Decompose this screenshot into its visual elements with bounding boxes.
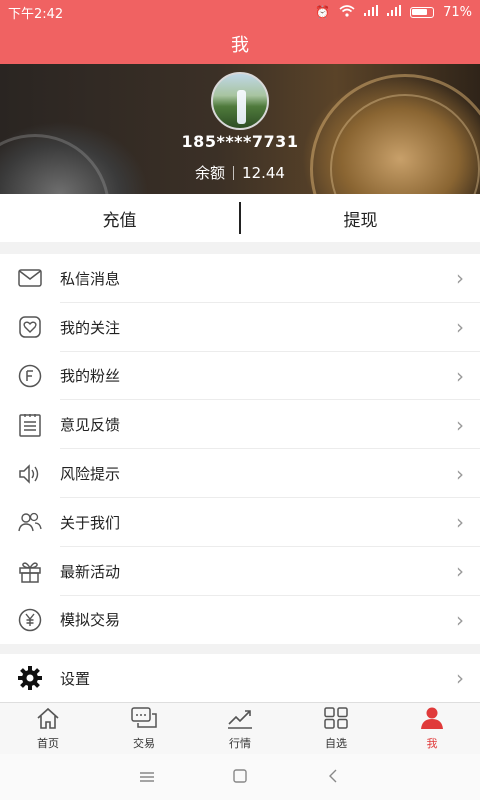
menu-item-risk[interactable]: 风险提示 › (0, 449, 480, 498)
tab-label: 自选 (325, 736, 347, 750)
tab-label: 我 (426, 736, 438, 750)
user-phone: 185****7731 (181, 132, 299, 151)
mail-icon (0, 254, 60, 302)
status-bar: 下午2:42 ⏰ 71% (0, 0, 480, 24)
tab-label: 交易 (133, 736, 155, 750)
speaker-icon (0, 450, 60, 498)
menu-label: 我的粉丝 (60, 367, 121, 386)
balance-line: 余额 12.44 (0, 162, 480, 183)
grid-icon (324, 706, 348, 733)
tab-watchlist[interactable]: 自选 (288, 703, 384, 754)
page-title-bar: 我 (0, 24, 480, 64)
menu-label: 风险提示 (60, 465, 121, 484)
menu-item-following[interactable]: 我的关注 › (0, 303, 480, 352)
tab-label: 首页 (37, 736, 59, 750)
home-icon (36, 707, 60, 733)
tab-home[interactable]: 首页 (0, 703, 96, 754)
chevron-right-icon: › (456, 559, 464, 584)
battery-percent: 71% (443, 4, 472, 20)
menu-item-about[interactable]: 关于我们 › (0, 498, 480, 547)
withdraw-button[interactable]: 提现 (241, 206, 480, 231)
menu-item-messages[interactable]: 私信消息 › (0, 254, 480, 303)
menu-label: 私信消息 (60, 269, 121, 288)
menu-item-fans[interactable]: 我的粉丝 › (0, 352, 480, 401)
balance-value: 12.44 (242, 164, 285, 182)
menu-list: 私信消息 › 我的关注 › 我的粉丝 › 意见反馈 › 风险提示 › 关于我们 … (0, 254, 480, 645)
menu-item-feedback[interactable]: 意见反馈 › (0, 400, 480, 449)
gear-icon (0, 654, 60, 702)
profile-header: 185****7731 余额 12.44 (0, 64, 480, 194)
tab-market[interactable]: 行情 (192, 703, 288, 754)
battery-icon (410, 6, 435, 18)
menu-item-events[interactable]: 最新活动 › (0, 547, 480, 596)
menu-icon[interactable] (132, 768, 162, 787)
menu-label: 最新活动 (60, 562, 121, 581)
settings-label: 设置 (60, 669, 91, 688)
menu-item-simulated-trading[interactable]: 模拟交易 › (0, 596, 480, 645)
home-square-icon[interactable] (225, 768, 255, 787)
chevron-right-icon: › (456, 363, 464, 388)
chevron-right-icon: › (456, 412, 464, 437)
chevron-right-icon: › (456, 510, 464, 535)
balance-label: 余额 (195, 164, 226, 182)
signal-icon-2 (387, 5, 402, 19)
system-nav-bar (0, 754, 480, 800)
yuan-icon (0, 596, 60, 644)
back-icon[interactable] (318, 768, 348, 787)
tab-trade[interactable]: 交易 (96, 703, 192, 754)
trend-icon (227, 707, 253, 733)
menu-label: 关于我们 (60, 513, 121, 532)
recharge-button[interactable]: 充值 (0, 206, 239, 231)
signal-icon (364, 5, 379, 19)
heart-icon (0, 303, 60, 351)
chevron-right-icon: › (456, 666, 464, 690)
chevron-right-icon: › (456, 266, 464, 291)
feedback-icon (0, 401, 60, 449)
avatar[interactable] (211, 72, 269, 130)
chevron-right-icon: › (456, 461, 464, 486)
bottom-tab-bar: 首页 交易 行情 自选 我 (0, 702, 480, 754)
page-title: 我 (231, 35, 249, 56)
tab-me[interactable]: 我 (384, 703, 480, 754)
wifi-icon (339, 4, 355, 20)
settings-item[interactable]: 设置 › (0, 654, 480, 702)
tab-label: 行情 (229, 736, 251, 750)
status-time: 下午2:42 (8, 6, 64, 22)
chat-icon (131, 706, 157, 733)
menu-label: 模拟交易 (60, 611, 121, 630)
fans-icon (0, 352, 60, 400)
menu-label: 意见反馈 (60, 416, 121, 435)
action-row: 充值 提现 (0, 194, 480, 242)
gift-icon (0, 547, 60, 595)
menu-label: 我的关注 (60, 318, 121, 337)
alarm-icon: ⏰ (315, 5, 331, 19)
people-icon (0, 498, 60, 546)
chevron-right-icon: › (456, 315, 464, 340)
user-icon (420, 707, 444, 733)
chevron-right-icon: › (456, 607, 464, 632)
